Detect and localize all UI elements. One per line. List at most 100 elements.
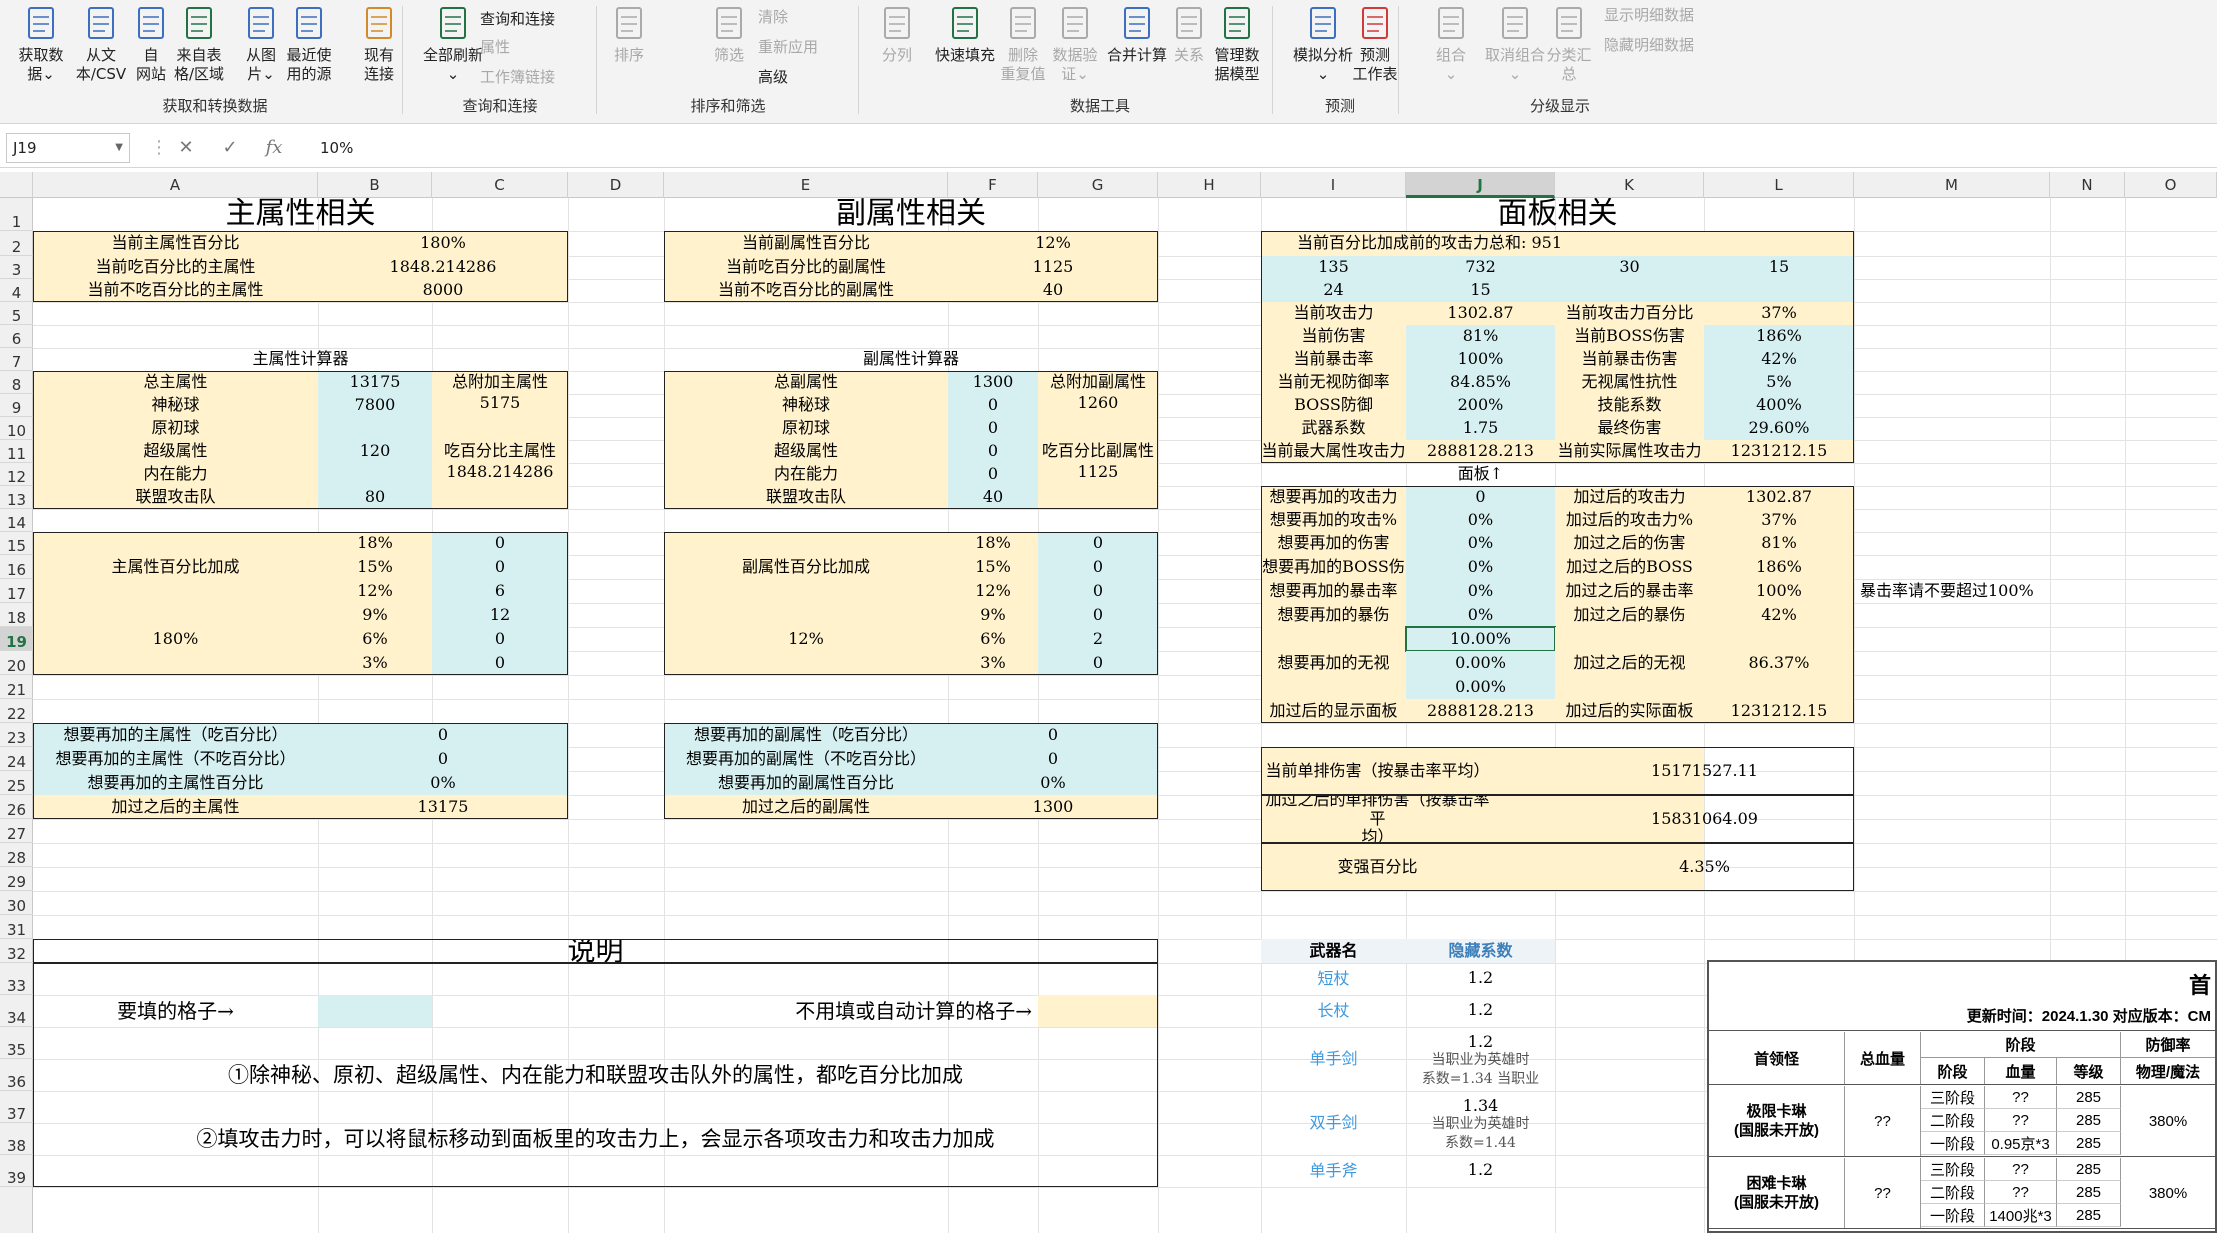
input-cell[interactable]: 6 (432, 579, 568, 603)
database-button[interactable]: 获取数 据⌄ (12, 4, 70, 84)
chevron-down-icon[interactable]: ▼ (115, 134, 123, 162)
input-cell[interactable]: 0 (1038, 603, 1158, 627)
selected-input-cell[interactable]: 10.00% (1405, 626, 1556, 652)
row-header[interactable]: 32 (0, 939, 33, 963)
column-header[interactable]: D (568, 172, 664, 198)
input-cell[interactable]: 15 (1704, 256, 1854, 279)
input-cell[interactable]: 12 (432, 603, 568, 627)
forecast-sheet-button[interactable]: 预测 工作表 (1346, 4, 1404, 84)
row-header[interactable]: 3 (0, 256, 33, 279)
data-model-button[interactable]: 管理数 据模型 (1208, 4, 1266, 84)
recent-sources-button[interactable]: 最近使 用的源 (280, 4, 338, 84)
row-header[interactable]: 26 (0, 795, 33, 819)
row-header[interactable]: 30 (0, 891, 33, 915)
row-header[interactable]: 37 (0, 1091, 33, 1123)
row-header[interactable]: 17 (0, 579, 33, 603)
show-detail-button[interactable]: 显示明细数据 (1604, 4, 1694, 25)
row-header[interactable]: 33 (0, 963, 33, 995)
advanced-filter-button[interactable]: 高级 (758, 66, 788, 87)
input-cell[interactable]: 24 (1261, 279, 1406, 302)
input-cell[interactable]: 0% (1406, 555, 1555, 579)
input-cell[interactable]: 13175 (318, 371, 432, 394)
input-cell[interactable]: 0 (318, 747, 568, 771)
column-header[interactable]: L (1704, 172, 1854, 198)
input-cell[interactable]: 135 (1261, 256, 1406, 279)
input-cell[interactable]: 0.00% (1406, 651, 1555, 675)
column-header[interactable]: K (1555, 172, 1704, 198)
row-header[interactable]: 31 (0, 915, 33, 939)
column-header[interactable]: I (1261, 172, 1406, 198)
input-cell[interactable] (318, 463, 432, 486)
input-cell[interactable]: 0 (432, 532, 568, 555)
row-header[interactable]: 2 (0, 231, 33, 256)
input-cell[interactable]: 0 (948, 417, 1038, 440)
subtotal-button[interactable]: 分类汇总 (1540, 4, 1598, 84)
queries-connections-button[interactable]: 查询和连接 (480, 8, 555, 29)
row-header[interactable]: 9 (0, 394, 33, 417)
column-header[interactable]: G (1038, 172, 1158, 198)
value-cell[interactable]: 5% (1704, 371, 1854, 394)
value-cell[interactable]: 81% (1406, 325, 1555, 348)
input-cell[interactable]: 0% (948, 771, 1158, 795)
row-header[interactable]: 35 (0, 1027, 33, 1059)
row-header[interactable]: 27 (0, 819, 33, 843)
input-cell[interactable]: 0 (948, 394, 1038, 417)
row-header[interactable]: 39 (0, 1155, 33, 1187)
row-header[interactable]: 18 (0, 603, 33, 627)
input-cell[interactable] (318, 417, 432, 440)
input-cell[interactable]: 80 (318, 486, 432, 509)
input-cell[interactable]: 0 (1038, 532, 1158, 555)
value-cell[interactable]: 29.60% (1704, 417, 1854, 440)
input-cell[interactable]: 0 (318, 723, 568, 747)
input-cell[interactable]: 0 (948, 723, 1158, 747)
input-cell[interactable]: 40 (948, 486, 1038, 509)
column-header[interactable]: O (2125, 172, 2217, 198)
row-header[interactable]: 34 (0, 995, 33, 1027)
row-header[interactable]: 8 (0, 371, 33, 394)
remove-duplicates-button[interactable]: 删除 重复值 (994, 4, 1052, 84)
input-cell[interactable]: 0% (1406, 509, 1555, 532)
value-cell[interactable]: 200% (1406, 394, 1555, 417)
row-header[interactable]: 10 (0, 417, 33, 440)
column-header[interactable]: F (948, 172, 1038, 198)
row-header[interactable]: 7 (0, 348, 33, 371)
cancel-icon[interactable]: ✕ (164, 133, 208, 163)
input-cell[interactable]: 0 (1038, 555, 1158, 579)
input-cell[interactable]: 2 (1038, 627, 1158, 651)
row-header[interactable]: 4 (0, 279, 33, 302)
input-cell[interactable]: 15 (1406, 279, 1555, 302)
row-header[interactable]: 14 (0, 509, 33, 532)
properties-button[interactable]: 属性 (480, 36, 510, 57)
input-cell[interactable]: 732 (1406, 256, 1555, 279)
row-header[interactable]: 11 (0, 440, 33, 463)
sort-button[interactable]: 排序 (600, 4, 658, 65)
row-header[interactable]: 16 (0, 555, 33, 579)
column-header[interactable]: E (664, 172, 948, 198)
text-to-columns-button[interactable]: 分列 (868, 4, 926, 65)
input-cell[interactable]: 0 (948, 463, 1038, 486)
row-header[interactable]: 28 (0, 843, 33, 867)
table-button[interactable]: 来自表 格/区域 (170, 4, 228, 84)
input-cell[interactable]: 1300 (948, 371, 1038, 394)
row-header[interactable]: 29 (0, 867, 33, 891)
row-header[interactable]: 20 (0, 651, 33, 675)
input-cell[interactable]: 120 (318, 440, 432, 463)
enter-icon[interactable]: ✓ (208, 133, 252, 163)
input-cell[interactable]: 0 (1406, 486, 1555, 509)
row-header[interactable]: 12 (0, 463, 33, 486)
column-header[interactable]: C (432, 172, 568, 198)
value-cell[interactable]: 1.75 (1406, 417, 1555, 440)
insert-function-icon[interactable]: fx (252, 133, 296, 163)
row-header[interactable]: 38 (0, 1123, 33, 1155)
input-cell[interactable]: 0 (1038, 651, 1158, 675)
input-cell[interactable]: 0 (948, 440, 1038, 463)
input-cell[interactable]: 0% (1406, 532, 1555, 555)
hide-detail-button[interactable]: 隐藏明细数据 (1604, 34, 1694, 55)
row-header[interactable]: 21 (0, 675, 33, 699)
value-cell[interactable]: 42% (1704, 348, 1854, 371)
input-cell[interactable]: 0 (432, 627, 568, 651)
value-cell[interactable]: 84.85% (1406, 371, 1555, 394)
column-header[interactable]: A (33, 172, 318, 198)
value-cell[interactable]: 186% (1704, 325, 1854, 348)
input-cell[interactable]: 0 (948, 747, 1158, 771)
